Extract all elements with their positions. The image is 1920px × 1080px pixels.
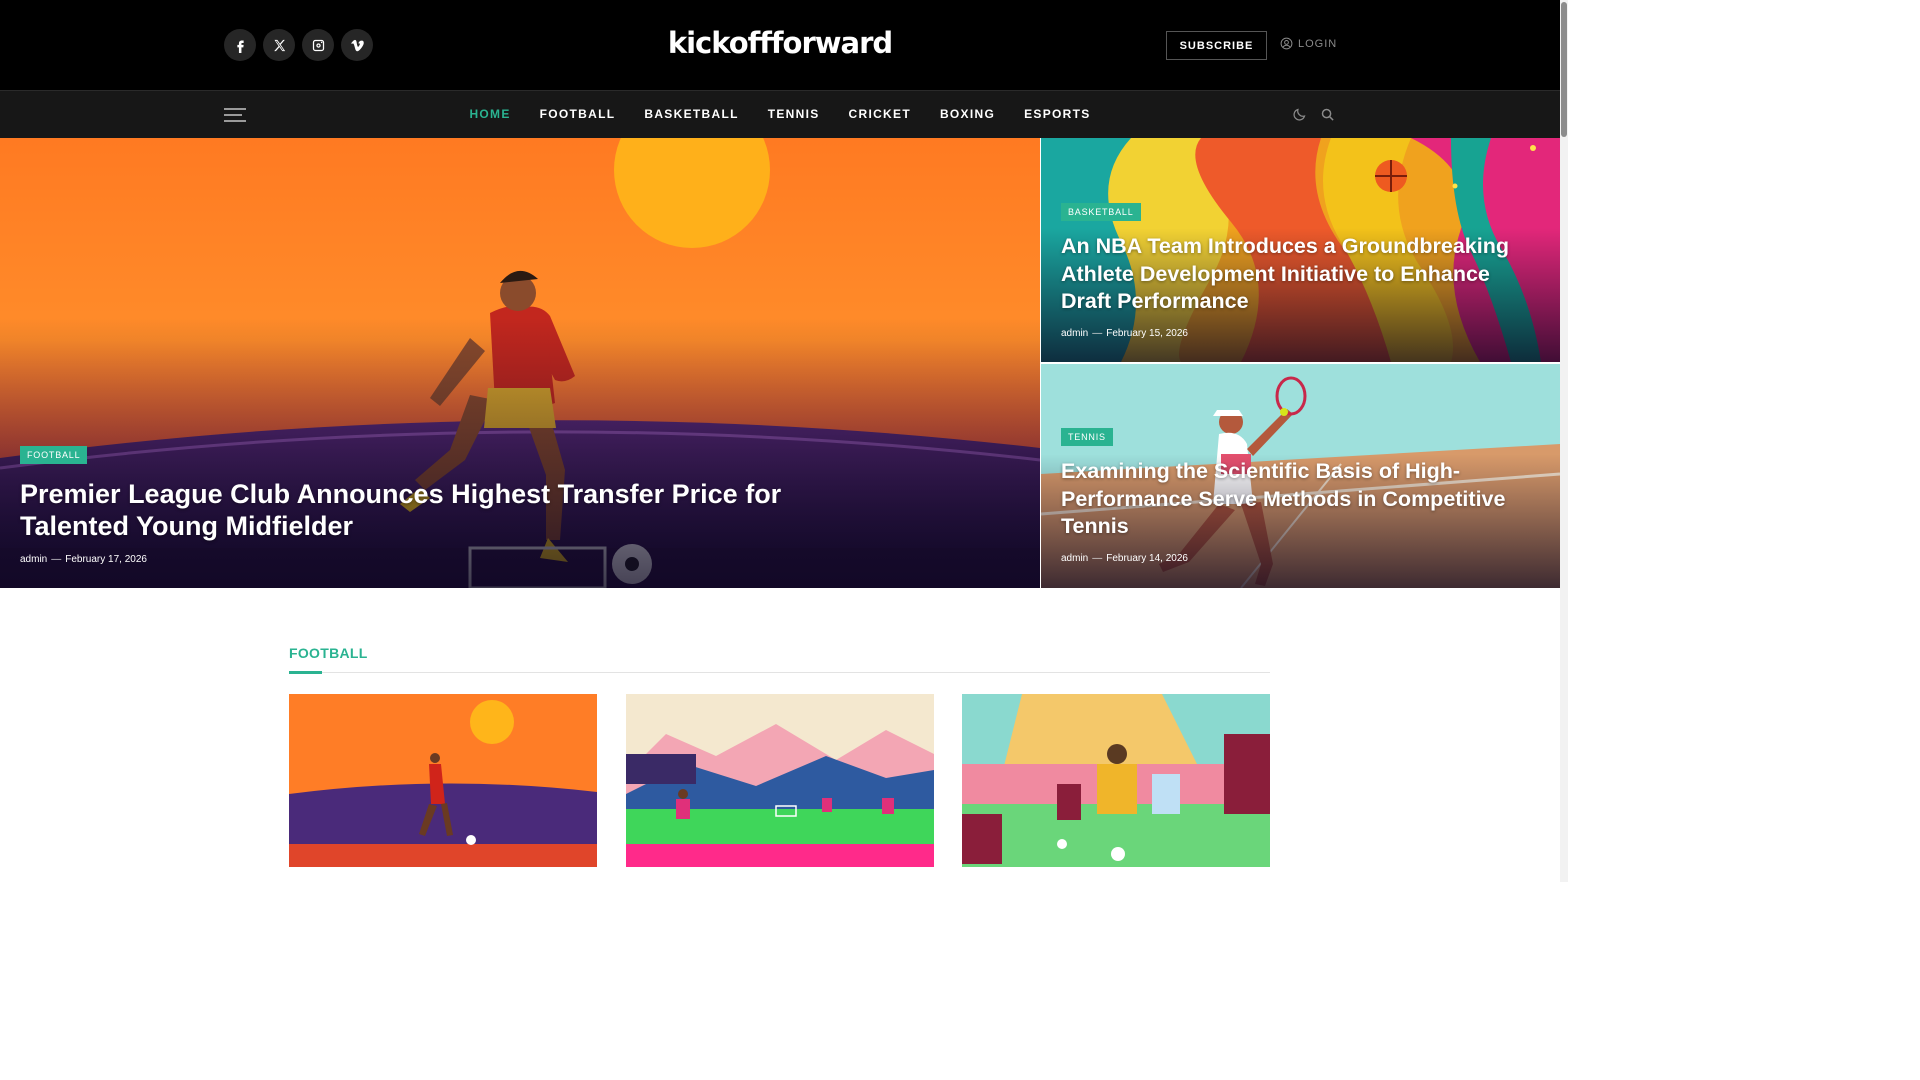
post-card-image[interactable] <box>289 694 597 867</box>
meta-separator: — <box>51 554 62 565</box>
user-icon <box>1280 37 1293 50</box>
football-field-image <box>626 694 934 867</box>
section-header: FOOTBALL <box>289 645 1270 674</box>
football-players-image <box>962 694 1270 867</box>
hero-main-title[interactable]: Premier League Club Announces Highest Tr… <box>20 478 840 542</box>
post-meta: admin — February 15, 2026 <box>1061 328 1188 339</box>
category-badge[interactable]: FOOTBALL <box>20 446 88 464</box>
category-badge[interactable]: TENNIS <box>1061 428 1113 446</box>
hero-main-post[interactable]: FOOTBALL Premier League Club Announces H… <box>0 138 1040 588</box>
category-badge[interactable]: BASKETBALL <box>1061 203 1141 221</box>
dark-mode-icon[interactable] <box>1292 107 1307 122</box>
post-date: February 15, 2026 <box>1106 328 1188 339</box>
post-author[interactable]: admin <box>1061 553 1088 564</box>
post-card-image[interactable] <box>626 694 934 867</box>
post-card-image[interactable] <box>962 694 1270 867</box>
post-meta: admin — February 14, 2026 <box>1061 553 1188 564</box>
nav-item-tennis[interactable]: TENNIS <box>768 107 820 121</box>
nav-item-football[interactable]: FOOTBALL <box>540 107 616 121</box>
post-date: February 17, 2026 <box>65 554 147 565</box>
section-underline <box>289 671 322 674</box>
search-icon[interactable] <box>1320 107 1335 122</box>
hero-side-post-tennis[interactable]: TENNIS Examining the Scientific Basis of… <box>1041 364 1560 588</box>
nav-item-home[interactable]: HOME <box>469 107 510 121</box>
hero-side-post-basketball[interactable]: BASKETBALL An NBA Team Introduces a Grou… <box>1041 138 1560 362</box>
section-title[interactable]: FOOTBALL <box>289 645 1270 661</box>
main-nav: HOME FOOTBALL BASKETBALL TENNIS CRICKET … <box>0 90 1560 138</box>
post-author[interactable]: admin <box>20 554 47 565</box>
nav-item-boxing[interactable]: BOXING <box>940 107 995 121</box>
nav-item-esports[interactable]: ESPORTS <box>1024 107 1090 121</box>
page-scrollbar[interactable] <box>1560 0 1568 882</box>
post-date: February 14, 2026 <box>1106 553 1188 564</box>
subscribe-button[interactable]: SUBSCRIBE <box>1166 31 1267 60</box>
login-link[interactable]: LOGIN <box>1280 37 1337 50</box>
football-sunset-image <box>289 694 597 867</box>
login-label: LOGIN <box>1298 37 1338 50</box>
scrollbar-thumb[interactable] <box>1561 2 1567 137</box>
hero-overlay <box>0 318 1040 588</box>
nav-item-cricket[interactable]: CRICKET <box>849 107 911 121</box>
post-author[interactable]: admin <box>1061 328 1088 339</box>
meta-separator: — <box>1092 328 1103 339</box>
meta-separator: — <box>1092 553 1103 564</box>
nav-tools <box>1292 107 1335 122</box>
hero-side-title[interactable]: An NBA Team Introduces a Groundbreaking … <box>1061 233 1541 316</box>
post-meta: admin — February 17, 2026 <box>20 554 147 565</box>
hero-side-title[interactable]: Examining the Scientific Basis of High-P… <box>1061 458 1541 541</box>
top-header: kickoffforward SUBSCRIBE LOGIN <box>0 0 1568 90</box>
nav-item-basketball[interactable]: BASKETBALL <box>644 107 738 121</box>
